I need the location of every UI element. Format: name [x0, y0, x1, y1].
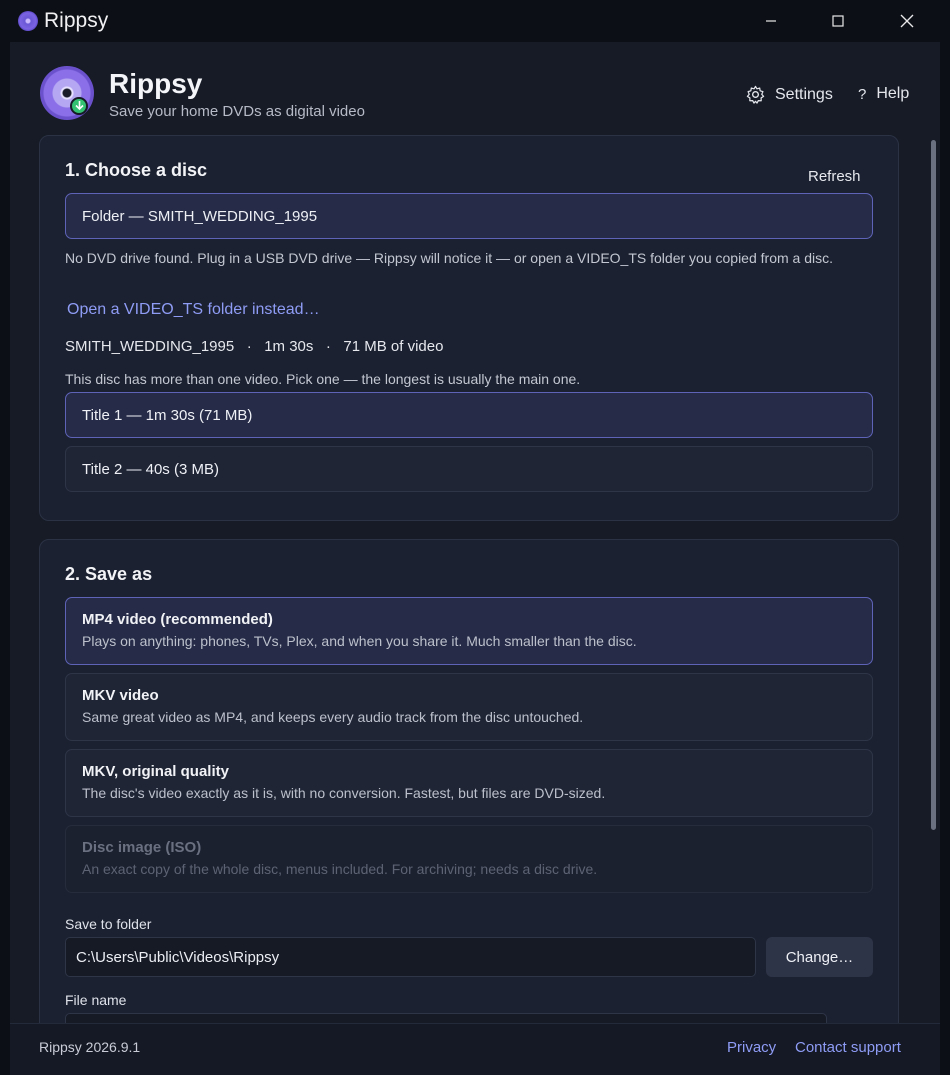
- save-folder-input[interactable]: C:\Users\Public\Videos\Rippsy: [65, 937, 756, 977]
- choose-disc-section: 1. Choose a disc Refresh Folder — SMITH_…: [39, 135, 899, 521]
- minimize-button[interactable]: [748, 0, 794, 42]
- settings-button[interactable]: Settings: [746, 85, 833, 104]
- title-option-2[interactable]: Title 2 — 40s (3 MB): [65, 446, 873, 492]
- title-bar: Rippsy: [0, 0, 950, 42]
- format-option-mkv-original[interactable]: MKV, original quality The disc's video e…: [65, 749, 873, 817]
- save-as-heading: 2. Save as: [65, 564, 153, 584]
- scrollbar-thumb[interactable]: [931, 140, 936, 830]
- download-badge-icon: [70, 97, 88, 115]
- format-option-mp4[interactable]: MP4 video (recommended) Plays on anythin…: [65, 597, 873, 665]
- format-description: The disc's video exactly as it is, with …: [82, 785, 606, 801]
- disc-info: SMITH_WEDDING_1995 · 1m 30s · 71 MB of v…: [65, 338, 444, 355]
- refresh-button[interactable]: Refresh: [808, 168, 861, 185]
- contact-support-link[interactable]: Contact support: [795, 1039, 901, 1056]
- save-as-section: 2. Save as MP4 video (recommended) Plays…: [39, 539, 899, 1023]
- format-title: MKV, original quality: [82, 763, 229, 780]
- format-description: An exact copy of the whole disc, menus i…: [82, 861, 598, 877]
- privacy-link[interactable]: Privacy: [727, 1039, 776, 1056]
- help-button[interactable]: ? Help: [858, 85, 909, 103]
- format-title: MKV video: [82, 687, 159, 704]
- maximize-button[interactable]: [815, 0, 861, 42]
- help-icon: ?: [858, 85, 867, 103]
- settings-label: Settings: [775, 85, 833, 103]
- format-option-mkv[interactable]: MKV video Same great video as MP4, and k…: [65, 673, 873, 741]
- app-subtitle: Save your home DVDs as digital video: [109, 103, 365, 120]
- disc-source-select[interactable]: Folder — SMITH_WEDDING_1995: [65, 193, 873, 239]
- format-description: Plays on anything: phones, TVs, Plex, an…: [82, 633, 637, 649]
- window-title: Rippsy: [44, 9, 109, 32]
- close-button[interactable]: [884, 0, 930, 42]
- title-option-1[interactable]: Title 1 — 1m 30s (71 MB): [65, 392, 873, 438]
- file-name-input[interactable]: [65, 1013, 827, 1023]
- version-label: Rippsy 2026.9.1: [39, 1039, 141, 1055]
- format-option-iso: Disc image (ISO) An exact copy of the wh…: [65, 825, 873, 893]
- open-video-ts-link[interactable]: Open a VIDEO_TS folder instead…: [67, 301, 320, 319]
- app-disc-icon: [18, 11, 38, 31]
- format-description: Same great video as MP4, and keeps every…: [82, 709, 584, 725]
- app-title: Rippsy: [109, 68, 203, 99]
- no-drive-note: No DVD drive found. Plug in a USB DVD dr…: [65, 250, 833, 266]
- format-title: Disc image (ISO): [82, 839, 202, 856]
- file-name-label: File name: [65, 992, 127, 1008]
- maximize-icon: [832, 15, 844, 27]
- app-content: Rippsy Save your home DVDs as digital vi…: [10, 42, 940, 1023]
- choose-disc-heading: 1. Choose a disc: [65, 160, 208, 180]
- change-folder-button[interactable]: Change…: [766, 937, 873, 977]
- multi-title-note: This disc has more than one video. Pick …: [65, 371, 581, 387]
- close-icon: [900, 14, 914, 28]
- gear-icon: [746, 85, 765, 104]
- help-label: Help: [876, 85, 910, 102]
- minimize-icon: [766, 20, 776, 22]
- format-title: MP4 video (recommended): [82, 611, 273, 628]
- app-logo-disc-icon: [40, 66, 94, 120]
- save-folder-label: Save to folder: [65, 916, 152, 932]
- footer: Rippsy 2026.9.1 Privacy Contact support: [10, 1023, 940, 1075]
